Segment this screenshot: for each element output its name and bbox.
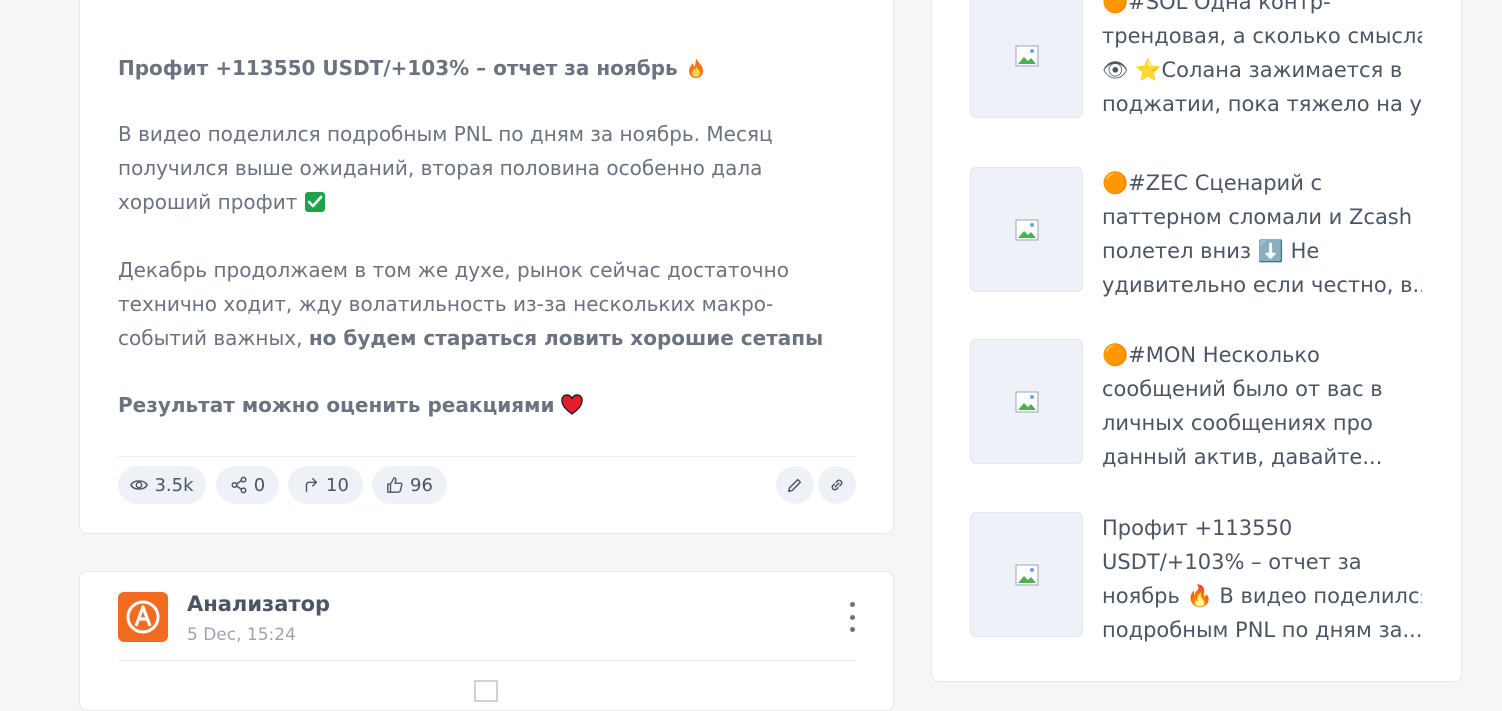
related-post-3-line-3: личных сообщениях про xyxy=(1102,411,1373,435)
post-paragraph-2-bold: но будем стараться ловить хорошие сетапы xyxy=(308,326,824,350)
related-post-2-line-4: удивительно если честно, в... xyxy=(1102,273,1422,297)
related-post-1-line-1: 🟠#SOL Одна контр- xyxy=(1102,0,1331,14)
checkmark-icon xyxy=(304,192,325,212)
analyzer-logo-icon xyxy=(126,600,160,634)
author-name[interactable]: Анализатор xyxy=(187,592,330,616)
related-post-2-line-2: паттерном сломали и Zcash xyxy=(1102,205,1413,229)
views-count: 3.5k xyxy=(154,474,194,496)
fire-icon xyxy=(688,58,703,78)
post-card: Профит +113550 USDT/+103% – отчет за ноя… xyxy=(79,0,894,534)
related-post-text-3[interactable]: 🟠#MON Несколько сообщений было от вас в … xyxy=(1102,338,1422,474)
edit-button[interactable] xyxy=(776,466,814,504)
post-date: 5 Dec, 15:24 xyxy=(187,625,296,645)
post-paragraph-2: Декабрь продолжаем в том же духе, рынок … xyxy=(118,253,858,355)
pencil-icon xyxy=(787,478,802,493)
forward-icon xyxy=(305,477,318,493)
next-post-card: Анализатор 5 Dec, 15:24 xyxy=(79,571,894,711)
post-paragraph-1: В видео поделился подробным PNL по дням … xyxy=(118,117,858,219)
copy-link-button[interactable] xyxy=(818,466,856,504)
related-post-2-line-1: 🟠#ZEC Сценарий с xyxy=(1102,171,1323,195)
more-options-icon[interactable] xyxy=(840,602,864,632)
related-post-4-line-1: Профит +113550 xyxy=(1102,516,1293,540)
related-post-3-line-2: сообщений было от вас в xyxy=(1102,377,1383,401)
post-closing: Результат можно оценить реакциями xyxy=(118,388,858,422)
broken-image-icon xyxy=(1015,219,1038,240)
broken-image-icon xyxy=(1015,391,1038,412)
related-post-text-1[interactable]: 🟠#SOL Одна контр- трендовая, а сколько с… xyxy=(1102,0,1422,121)
post-title-text: Профит +113550 USDT/+103% – отчет за ноя… xyxy=(118,56,678,80)
related-post-thumbnail-1[interactable] xyxy=(970,0,1083,118)
post-divider xyxy=(118,456,856,457)
related-post-1-line-3: 👁 ⭐Солана зажимается в xyxy=(1102,58,1403,82)
post-paragraph-1-text: В видео поделился подробным PNL по дням … xyxy=(118,122,773,214)
related-post-1-line-2: трендовая, а сколько смысла xyxy=(1102,24,1422,48)
post-closing-text: Результат можно оценить реакциями xyxy=(118,393,555,417)
views-counter[interactable]: 3.5k xyxy=(118,466,206,504)
eye-icon xyxy=(130,480,149,490)
link-icon xyxy=(831,479,843,491)
broken-image-icon xyxy=(1015,45,1038,66)
related-post-4-line-4: подробным PNL по дням за... xyxy=(1102,618,1422,642)
related-post-2-line-3: полетел вниз ⬇️ Не xyxy=(1102,239,1320,263)
author-avatar[interactable] xyxy=(118,592,168,642)
related-post-thumbnail-2[interactable] xyxy=(970,167,1083,292)
heart-icon xyxy=(561,394,584,415)
broken-image-icon xyxy=(474,680,498,702)
related-post-thumbnail-4[interactable] xyxy=(970,512,1083,637)
likes-count: 96 xyxy=(410,474,433,496)
shares-counter[interactable]: 0 xyxy=(216,466,279,504)
next-post-divider xyxy=(118,660,856,661)
related-post-3-line-4: данный актив, давайте... xyxy=(1102,445,1383,469)
related-post-4-line-2: USDT/+103% – отчет за xyxy=(1102,550,1362,574)
share-icon xyxy=(231,476,247,494)
related-post-thumbnail-3[interactable] xyxy=(970,339,1083,464)
related-posts-card: 🟠#SOL Одна контр- трендовая, а сколько с… xyxy=(931,0,1462,682)
related-post-text-2[interactable]: 🟠#ZEC Сценарий с паттерном сломали и Zca… xyxy=(1102,166,1422,302)
related-post-text-4[interactable]: Профит +113550 USDT/+103% – отчет за ноя… xyxy=(1102,511,1422,647)
forwards-count: 10 xyxy=(326,474,349,496)
related-post-1-line-4: поджатии, пока тяжело на у... xyxy=(1102,92,1422,116)
thumbs-up-icon xyxy=(387,477,403,493)
related-post-4-line-3: ноябрь 🔥 В видео поделился xyxy=(1102,584,1422,608)
related-post-3-line-1: 🟠#MON Несколько xyxy=(1102,343,1320,367)
post-title: Профит +113550 USDT/+103% – отчет за ноя… xyxy=(118,51,858,85)
shares-count: 0 xyxy=(253,474,266,496)
broken-image-icon xyxy=(1015,564,1038,585)
likes-counter[interactable]: 96 xyxy=(372,466,447,504)
forwards-counter[interactable]: 10 xyxy=(288,466,363,504)
